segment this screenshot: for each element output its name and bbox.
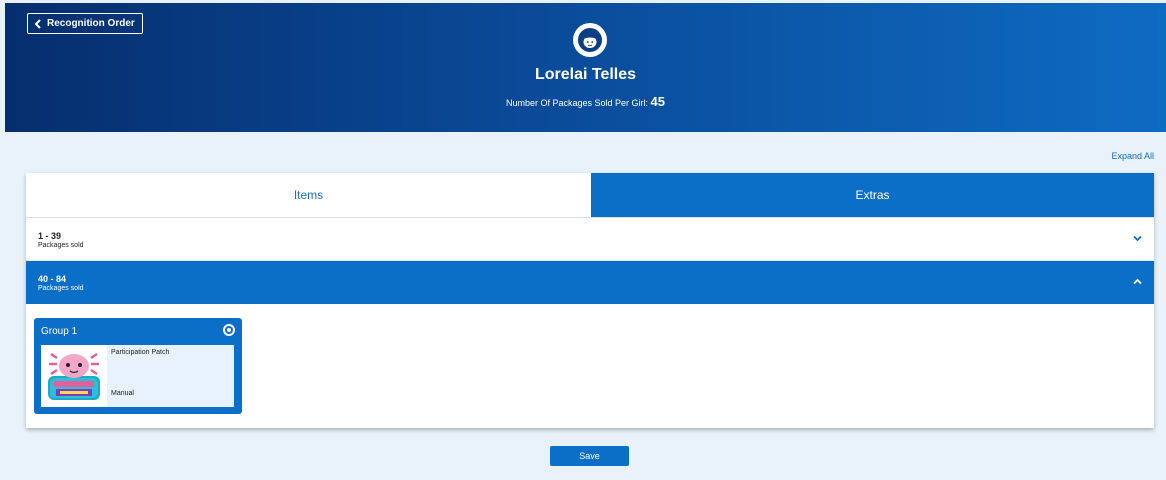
recognition-panel: Items Extras 1 - 39 Packages sold 40 - 8…	[26, 173, 1154, 428]
group-radio-selected[interactable]	[223, 324, 235, 336]
item-type: Manual	[111, 390, 134, 397]
save-button[interactable]: Save	[550, 446, 629, 466]
item-details: Participation Patch Manual	[107, 345, 234, 407]
axolotl-patch-icon	[48, 352, 100, 400]
avatar	[573, 23, 607, 57]
girl-name: Lorelai Telles	[534, 66, 637, 83]
chevron-up-icon[interactable]	[1133, 278, 1142, 285]
chevron-left-icon	[34, 18, 41, 29]
tier-range: 40 - 84	[38, 274, 67, 284]
item-thumbnail	[41, 345, 107, 407]
back-button-label: Recognition Order	[47, 18, 135, 29]
tier-range: 1 - 39	[38, 231, 62, 241]
item-name: Participation Patch	[111, 349, 170, 356]
packages-sold-label: Number Of Packages Sold Per Girl:	[505, 98, 649, 108]
item-card[interactable]: Participation Patch Manual	[41, 345, 234, 407]
profile-header: Recognition Order Lorelai Telles Number …	[5, 3, 1166, 132]
tier-row-40-84[interactable]: 40 - 84 Packages sold	[26, 261, 1154, 304]
tab-extras[interactable]: Extras	[591, 173, 1154, 217]
tab-bar: Items Extras	[26, 173, 1154, 218]
tab-items[interactable]: Items	[26, 173, 591, 217]
group-title: Group 1	[41, 326, 78, 337]
tier-row-1-39[interactable]: 1 - 39 Packages sold	[26, 218, 1154, 261]
girl-avatar-icon	[578, 28, 602, 52]
back-button[interactable]: Recognition Order	[27, 13, 143, 34]
group-card[interactable]: Group 1 Participation Patch Manual	[34, 318, 242, 414]
packages-sold-summary: Number Of Packages Sold Per Girl: 45	[5, 94, 1166, 109]
tier-subtitle: Packages sold	[38, 242, 84, 249]
tier-subtitle: Packages sold	[38, 285, 84, 292]
expand-all-link[interactable]: Expand All	[1111, 151, 1154, 161]
tier-40-84-content: Group 1 Participation Patch Manual	[26, 304, 1154, 428]
chevron-down-icon[interactable]	[1133, 235, 1142, 242]
packages-sold-value: 45	[650, 94, 666, 109]
